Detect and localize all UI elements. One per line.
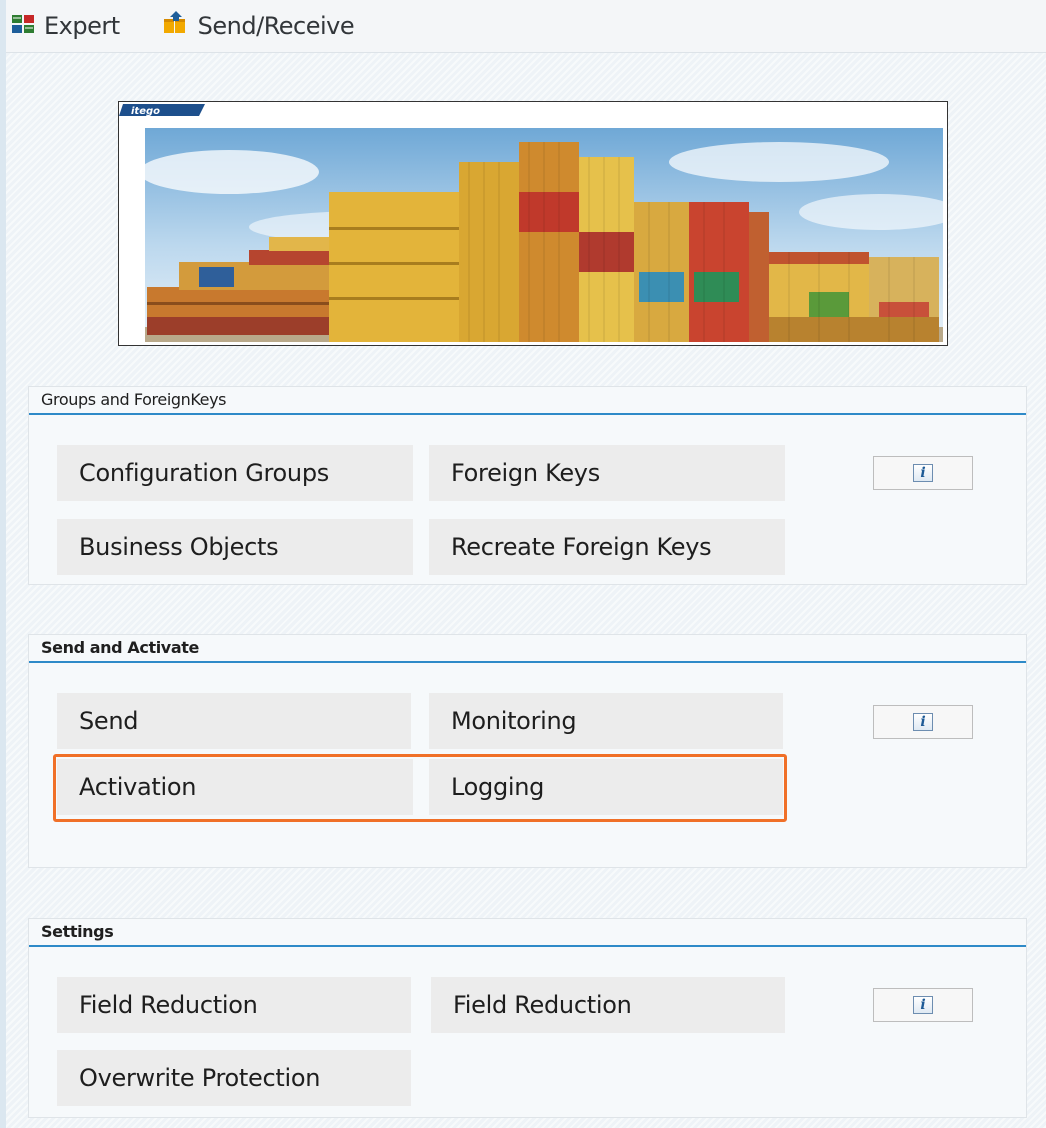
- svg-text:itego: itego: [131, 106, 160, 117]
- info-button[interactable]: i: [873, 988, 973, 1022]
- foreign-keys-tile[interactable]: Foreign Keys: [429, 445, 785, 501]
- expert-label: Expert: [44, 12, 120, 40]
- left-edge-strip: [0, 0, 6, 1128]
- group-title: Groups and ForeignKeys: [29, 387, 1026, 415]
- info-icon: i: [913, 464, 933, 482]
- toolbar: Expert Send/Receive: [6, 0, 1046, 53]
- activation-tile[interactable]: Activation: [57, 759, 413, 815]
- expert-button[interactable]: Expert: [12, 6, 120, 46]
- recreate-foreign-keys-tile[interactable]: Recreate Foreign Keys: [429, 519, 785, 575]
- group-settings: Settings Field Reduction Field Reduction…: [28, 918, 1027, 1118]
- send-receive-label: Send/Receive: [197, 12, 355, 40]
- logging-tile[interactable]: Logging: [429, 759, 783, 815]
- configuration-groups-tile[interactable]: Configuration Groups: [57, 445, 413, 501]
- expert-icon: [12, 12, 34, 40]
- send-tile[interactable]: Send: [57, 693, 411, 749]
- info-button[interactable]: i: [873, 705, 973, 739]
- send-receive-button[interactable]: Send/Receive: [163, 6, 355, 46]
- group-title: Settings: [29, 919, 1026, 947]
- group-send-and-activate: Send and Activate Send Monitoring Activa…: [28, 634, 1027, 868]
- info-button[interactable]: i: [873, 456, 973, 490]
- info-icon: i: [913, 713, 933, 731]
- field-reduction-tile-2[interactable]: Field Reduction: [431, 977, 785, 1033]
- send-receive-icon: [163, 11, 188, 41]
- info-icon: i: [913, 996, 933, 1014]
- group-title: Send and Activate: [29, 635, 1026, 663]
- business-objects-tile[interactable]: Business Objects: [57, 519, 413, 575]
- overwrite-protection-tile[interactable]: Overwrite Protection: [57, 1050, 411, 1106]
- monitoring-tile[interactable]: Monitoring: [429, 693, 783, 749]
- field-reduction-tile[interactable]: Field Reduction: [57, 977, 411, 1033]
- group-groups-and-foreignkeys: Groups and ForeignKeys Configuration Gro…: [28, 386, 1027, 585]
- itego-banner-image: itego: [118, 101, 948, 346]
